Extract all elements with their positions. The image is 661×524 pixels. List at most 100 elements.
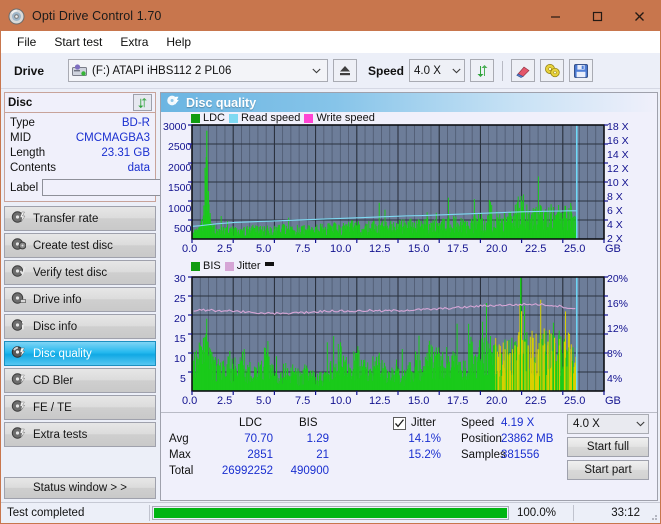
x-tick: 2.5 — [217, 395, 233, 407]
window-controls — [534, 1, 660, 31]
speed-value: 4.0 X — [414, 64, 441, 77]
start-part-button[interactable]: Start part — [567, 460, 649, 480]
x-tick: 15.0 — [408, 243, 430, 255]
ldc-chart-canvas — [188, 124, 608, 243]
panel-title: Disc quality — [186, 95, 257, 110]
menu-file[interactable]: File — [8, 33, 45, 51]
sidebar-item-label: Create test disc — [33, 239, 113, 252]
erase-button[interactable] — [511, 59, 536, 82]
stats-max-jitter: 15.2% — [408, 449, 441, 461]
legend-label: LDC — [203, 112, 226, 124]
x-tick: 7.5 — [295, 243, 311, 255]
legend-jitter: Jitter — [224, 260, 261, 272]
ldc-chart-legend: LDC Read speed Write speed — [191, 112, 375, 124]
sidebar-item-label: Disc info — [33, 320, 78, 333]
start-full-button[interactable]: Start full — [567, 437, 649, 457]
sidebar: Disc Type BD-R MID CMCMAGBA3 Length 23.3… — [1, 90, 246, 501]
progress-bar — [152, 506, 509, 520]
sidebar-item-verify-test-disc[interactable]: Verify test disc — [4, 260, 156, 285]
app-icon — [8, 8, 25, 25]
extra-tests-icon — [11, 426, 26, 443]
stats-speed-value: 4.19 X — [501, 417, 535, 429]
disc-info-icon — [11, 318, 26, 335]
disc-panel-title: Disc — [8, 96, 33, 109]
drive-select[interactable]: (F:) ATAPI iHBS112 2 PL06 — [68, 59, 328, 82]
minimize-icon[interactable] — [534, 1, 576, 31]
stats-total-bis: 490900 — [290, 465, 329, 477]
sidebar-item-label: FE / TE — [33, 401, 72, 414]
nav-list: Transfer rate Create test disc Verify te… — [4, 206, 156, 447]
disc-panel-header: Disc — [5, 93, 155, 113]
x-tick: 22.5 — [525, 243, 547, 255]
stats-avg-ldc: 70.70 — [244, 433, 273, 445]
x-tick: 5.0 — [256, 243, 272, 255]
disc-tools-button[interactable] — [540, 59, 565, 82]
test-speed-value: 4.0 X — [573, 418, 600, 430]
maximize-icon[interactable] — [576, 1, 618, 31]
drive-label: Drive — [14, 63, 45, 78]
x-tick: 5.0 — [256, 395, 272, 407]
close-icon[interactable] — [618, 1, 660, 31]
x-tick: 20.0 — [486, 395, 508, 407]
sidebar-item-disc-quality[interactable]: Disc quality — [4, 341, 156, 366]
x-tick: 0.0 — [182, 243, 198, 255]
stats-max-bis: 21 — [316, 449, 329, 461]
jitter-checkbox[interactable] — [393, 417, 406, 430]
window-title: Opti Drive Control 1.70 — [32, 9, 162, 23]
disc-row-mid-key: MID — [10, 132, 32, 144]
fe-te-icon — [11, 399, 26, 416]
disc-quality-panel: Disc quality LDC Read speed Write speed — [160, 92, 658, 501]
refresh-button[interactable] — [470, 59, 495, 82]
stats-samples-value: 381556 — [501, 449, 540, 461]
disc-row-contents: Contents data — [10, 161, 150, 176]
bis-chart-legend: BIS Jitter — [191, 260, 274, 272]
stats-position-label: Position — [461, 433, 502, 445]
x-tick: 22.5 — [525, 395, 547, 407]
legend-swatch — [304, 113, 314, 123]
drive-icon — [72, 64, 87, 77]
legend-marker — [264, 261, 274, 266]
disc-label-key: Label — [10, 181, 39, 194]
disc-refresh-button[interactable] — [133, 94, 152, 111]
stats-panel: LDC BIS Jitter Avg Max Total 70.70 2851 … — [161, 412, 657, 500]
menu-help[interactable]: Help — [157, 33, 200, 51]
stats-row-avg-label: Avg — [169, 433, 189, 445]
disc-verify-icon — [11, 264, 26, 281]
x-tick: 10.0 — [330, 243, 352, 255]
disc-info-rows: Type BD-R MID CMCMAGBA3 Length 23.31 GB … — [5, 113, 246, 201]
x-tick: 0.0 — [182, 395, 198, 407]
menu-start-test[interactable]: Start test — [45, 33, 111, 51]
sidebar-item-disc-info[interactable]: Disc info — [4, 314, 156, 339]
x-tick: 10.0 — [330, 395, 352, 407]
sidebar-item-drive-info[interactable]: Drive info — [4, 287, 156, 312]
x-tick: 17.5 — [447, 395, 469, 407]
test-speed-select[interactable]: 4.0 X — [567, 414, 649, 434]
sidebar-item-extra-tests[interactable]: Extra tests — [4, 422, 156, 447]
speed-select[interactable]: 4.0 X — [409, 59, 466, 82]
x-axis-unit: GB — [605, 395, 621, 407]
status-window-button[interactable]: Status window > > — [4, 477, 156, 499]
sidebar-item-fe-te[interactable]: FE / TE — [4, 395, 156, 420]
disc-create-icon — [11, 237, 27, 254]
elapsed-time: 33:12 — [611, 507, 640, 519]
disc-row-contents-key: Contents — [10, 162, 57, 174]
disc-row-length-value: 23.31 GB — [101, 147, 150, 159]
app-window: Opti Drive Control 1.70 File Start test … — [0, 0, 661, 524]
bis-jitter-chart: BIS Jitter 30 25 20 15 10 5 20% 16% 12% — [161, 260, 657, 412]
legend-write-speed: Write speed — [304, 112, 375, 124]
speed-label: Speed — [368, 63, 405, 78]
stats-avg-jitter: 14.1% — [408, 433, 441, 445]
sidebar-bottom-pad — [4, 499, 156, 501]
toolbar-divider — [502, 60, 504, 81]
legend-label: Read speed — [241, 112, 301, 124]
sidebar-item-transfer-rate[interactable]: Transfer rate — [4, 206, 156, 231]
disc-row-type-key: Type — [10, 117, 35, 129]
eject-button[interactable] — [333, 59, 357, 82]
save-button[interactable] — [569, 59, 594, 82]
resize-grip[interactable] — [646, 503, 660, 523]
menu-extra[interactable]: Extra — [111, 33, 157, 51]
sidebar-item-cd-bler[interactable]: CD Bler — [4, 368, 156, 393]
title-bar: Opti Drive Control 1.70 — [1, 1, 660, 31]
sidebar-item-create-test-disc[interactable]: Create test disc — [4, 233, 156, 258]
